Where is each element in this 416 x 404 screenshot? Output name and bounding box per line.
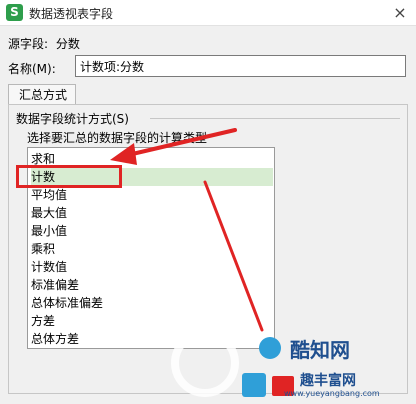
arrow-upper-shaft [126, 128, 237, 157]
red-arrow-icon [110, 128, 264, 332]
watermark-brand-1: 酷知网 [290, 338, 350, 362]
arrow-upper-head [110, 143, 137, 165]
arrow-lower-line [203, 180, 264, 332]
watermark: 酷知网 趣丰富网 www.yueyangbang.com [160, 318, 416, 404]
watermark-url: www.yueyangbang.com [284, 389, 380, 398]
watermark-brand-2: 趣丰富网 [300, 373, 356, 389]
